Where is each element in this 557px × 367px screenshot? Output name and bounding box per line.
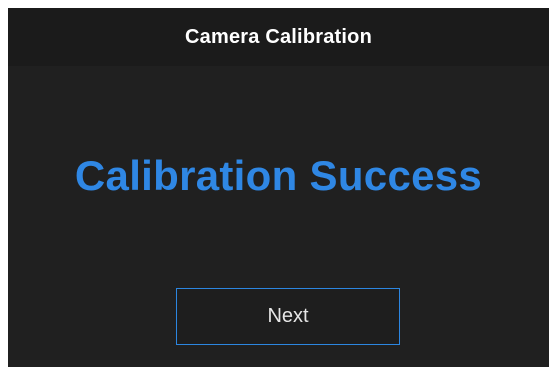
dialog-titlebar: Camera Calibration <box>8 8 549 66</box>
status-message: Calibration Success <box>74 152 483 199</box>
dialog-title: Camera Calibration <box>185 25 372 48</box>
dialog-content: Calibration Success Next <box>8 66 549 367</box>
next-button[interactable]: Next <box>176 288 400 345</box>
calibration-dialog: Camera Calibration Calibration Success N… <box>8 8 549 367</box>
